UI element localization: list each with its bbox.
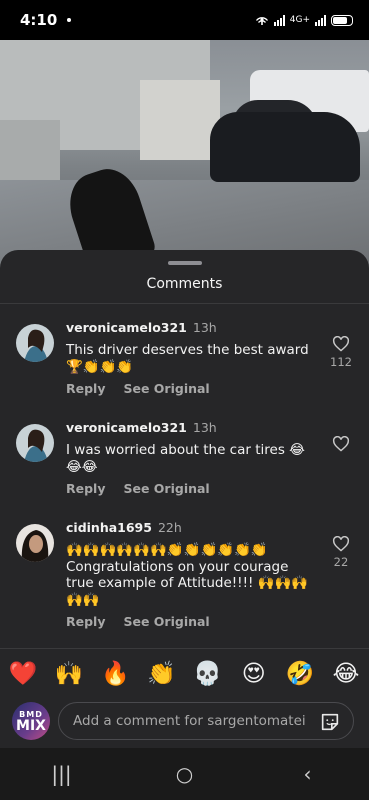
sheet-title: Comments — [146, 276, 223, 292]
emoji-quick-bar: ❤️ 🙌 🔥 👏 💀 😍 🤣 😂 — [0, 648, 369, 698]
sticker-icon[interactable] — [319, 711, 341, 733]
heart-icon — [332, 336, 350, 352]
hotspot-icon — [255, 17, 268, 25]
back-icon[interactable]: ‹ — [288, 762, 328, 786]
comment-username[interactable]: cidinha1695 — [66, 520, 152, 535]
emoji-heart-eyes-button[interactable]: 😍 — [237, 661, 271, 687]
comment-username[interactable]: veronicamelo321 — [66, 320, 187, 335]
avatar[interactable] — [16, 324, 54, 362]
comment-composer: BMD MIX Add a comment for sargentomatei — [0, 698, 369, 746]
status-bar: 4:10 4G+ — [0, 0, 369, 40]
recents-icon[interactable]: ||| — [42, 762, 82, 786]
heart-icon — [332, 436, 350, 452]
see-original-button[interactable]: See Original — [123, 381, 209, 396]
reply-button[interactable]: Reply — [66, 614, 105, 629]
like-count: 112 — [330, 355, 352, 369]
emoji-clap-button[interactable]: 👏 — [144, 660, 178, 687]
emoji-heart-button[interactable]: ❤️ — [6, 660, 40, 687]
heart-icon — [332, 536, 350, 552]
reply-button[interactable]: Reply — [66, 381, 105, 396]
emoji-raised-hands-button[interactable]: 🙌 — [52, 660, 86, 687]
like-button[interactable] — [329, 436, 353, 455]
avatar-logo-text-2: MIX — [16, 717, 46, 734]
status-time: 4:10 — [20, 11, 58, 29]
comment-time: 22h — [157, 520, 182, 535]
comment-input-placeholder: Add a comment for sargentomatei — [73, 713, 306, 729]
comment-time: 13h — [192, 320, 217, 335]
comment-text: I was worried about the car tires 😂😂😂 — [66, 442, 305, 475]
signal-icon-2 — [315, 14, 326, 26]
emoji-rofl-button[interactable]: 🤣 — [283, 660, 317, 687]
notification-dot-icon — [67, 18, 72, 22]
emoji-fire-button[interactable]: 🔥 — [98, 660, 132, 687]
my-avatar[interactable]: BMD MIX — [12, 702, 50, 740]
like-count: 22 — [333, 555, 349, 569]
comment-username[interactable]: veronicamelo321 — [66, 420, 187, 435]
signal-icon — [273, 14, 285, 26]
battery-icon — [331, 14, 353, 26]
status-icons: 4G+ — [255, 14, 353, 26]
video-background[interactable] — [0, 40, 369, 270]
drag-handle[interactable] — [168, 261, 202, 265]
see-original-button[interactable]: See Original — [123, 481, 209, 496]
system-nav-bar: ||| ○ ‹ — [0, 748, 369, 800]
emoji-joy-button[interactable]: 😂 — [329, 661, 363, 687]
divider — [0, 303, 369, 304]
see-original-button[interactable]: See Original — [123, 614, 209, 629]
comment-text: 🙌🙌🙌🙌🙌🙌👏👏👏👏👏👏 Congratulations on your cou… — [66, 542, 309, 608]
comment-time: 13h — [192, 420, 217, 435]
comment-text: This driver deserves the best award 🏆👏👏👏 — [66, 342, 309, 375]
network-type: 4G+ — [289, 15, 310, 25]
like-button[interactable]: 22 — [329, 536, 353, 569]
home-icon[interactable]: ○ — [165, 762, 205, 786]
avatar[interactable] — [16, 424, 54, 462]
avatar[interactable] — [16, 524, 54, 562]
reply-button[interactable]: Reply — [66, 481, 105, 496]
car-image — [210, 112, 360, 182]
comment-input[interactable]: Add a comment for sargentomatei — [58, 702, 354, 740]
like-button[interactable]: 112 — [329, 336, 353, 369]
emoji-skull-button[interactable]: 💀 — [191, 660, 225, 687]
